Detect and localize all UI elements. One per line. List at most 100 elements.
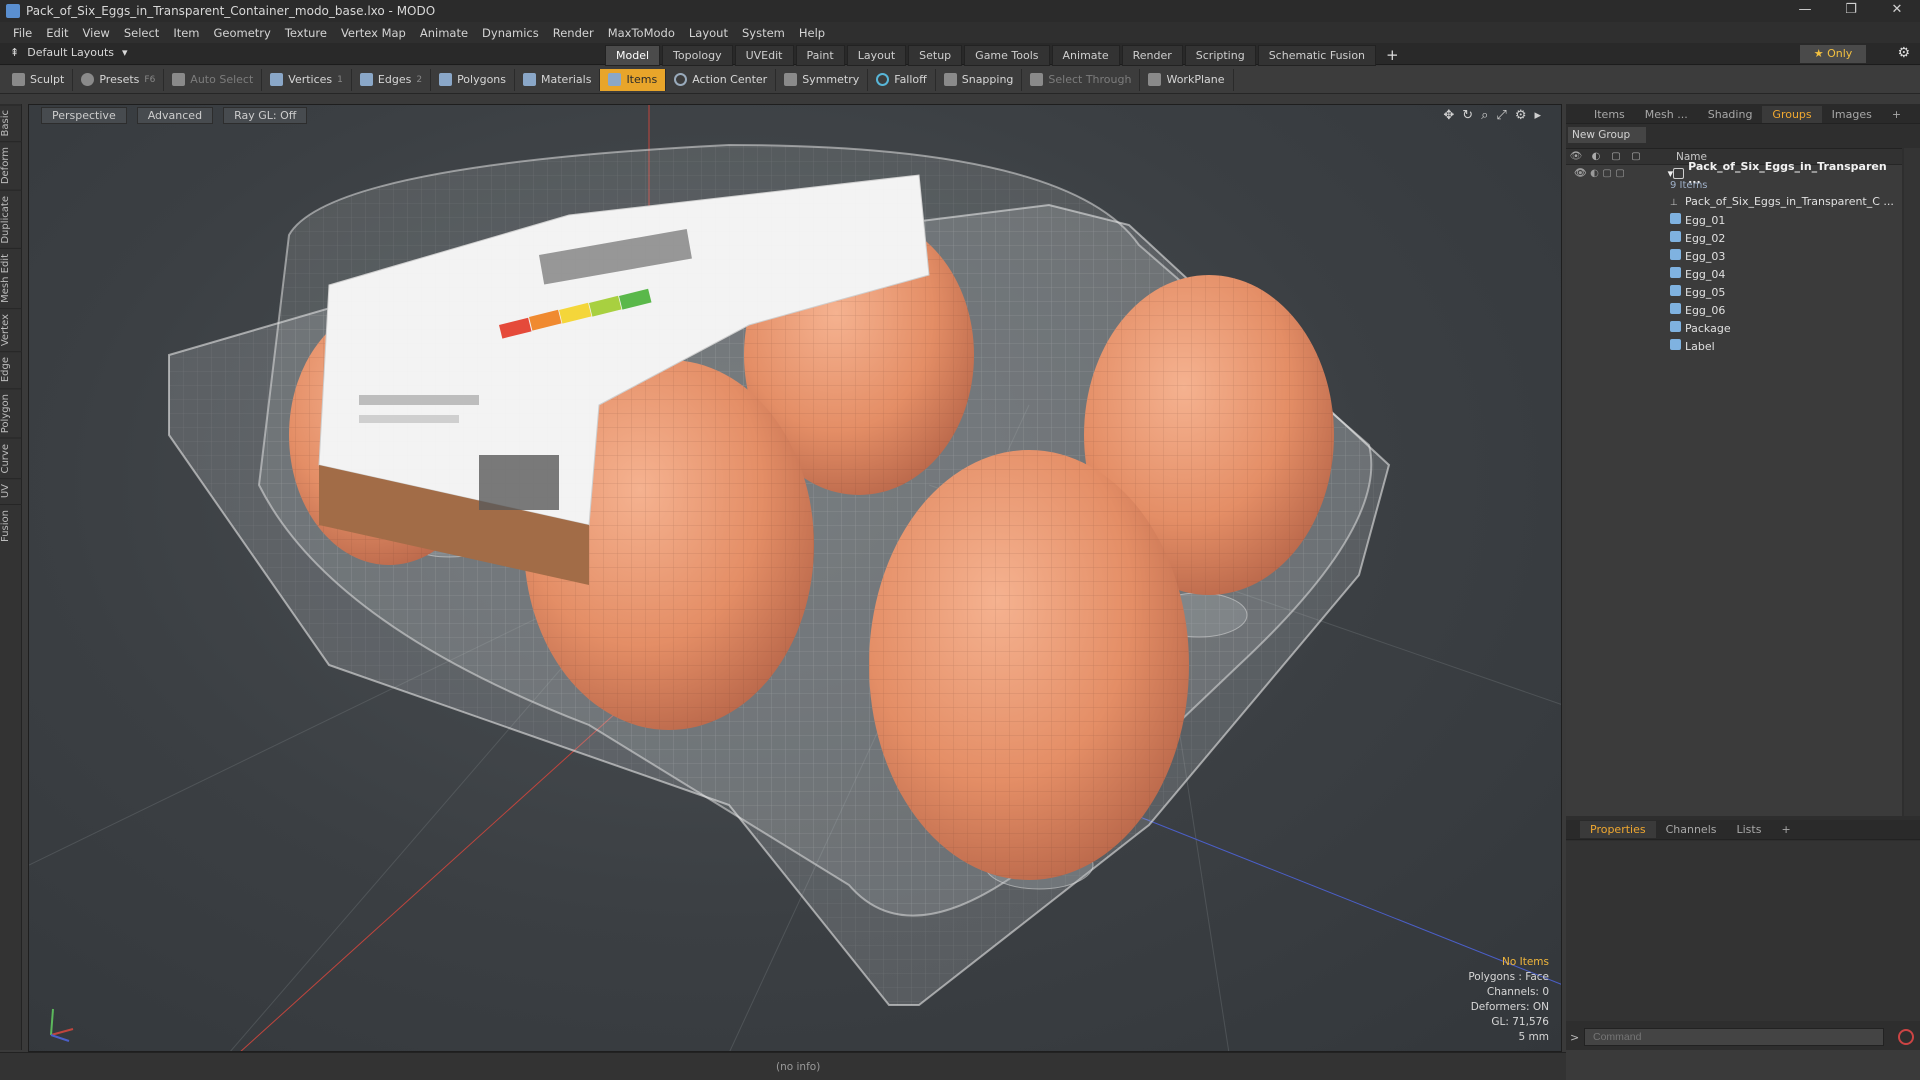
action-center-button[interactable]: Action Center [666, 68, 777, 91]
raygl-toggle[interactable]: Ray GL: Off [223, 106, 308, 124]
tab-animate[interactable]: Animate [1051, 45, 1120, 66]
sculpt-button[interactable]: Sculpt [4, 68, 74, 91]
edges-button[interactable]: Edges 2 [352, 68, 432, 91]
menu-geometry[interactable]: Geometry [207, 26, 278, 40]
render-column-icon[interactable]: ◐ [1586, 151, 1606, 162]
symmetry-button[interactable]: Symmetry [776, 68, 869, 91]
snapping-button[interactable]: Snapping [936, 68, 1023, 91]
group-toggles[interactable]: 👁 ◐ ▢ ▢ [1566, 164, 1652, 182]
menu-item[interactable]: Item [166, 26, 206, 40]
tab-groups[interactable]: Groups [1762, 106, 1822, 123]
orbit-icon[interactable]: ↻ [1462, 108, 1473, 123]
left-tab-deform[interactable]: Deform [0, 141, 22, 190]
menu-file[interactable]: File [6, 26, 39, 40]
vertices-icon [270, 73, 284, 86]
menu-texture[interactable]: Texture [278, 26, 334, 40]
perspective-dropdown[interactable]: Perspective [41, 106, 127, 124]
left-tab-duplicate[interactable]: Duplicate [0, 189, 22, 249]
default-layouts-dropdown[interactable]: ⇞ Default Layouts ▾ [10, 46, 128, 59]
add-lower-tab-icon[interactable]: + [1771, 821, 1800, 838]
menu-dynamics[interactable]: Dynamics [475, 26, 546, 40]
tab-mesh[interactable]: Mesh ... [1635, 106, 1698, 123]
3d-viewport[interactable]: Perspective Advanced Ray GL: Off ✥ ↻ ⌕ ⤢… [28, 104, 1562, 1052]
mesh-icon [1670, 285, 1681, 296]
lock-column-icon[interactable]: ▢ [1606, 151, 1626, 162]
menu-help[interactable]: Help [792, 26, 832, 40]
tab-paint[interactable]: Paint [795, 45, 845, 66]
polygons-button[interactable]: Polygons [431, 68, 516, 91]
select-column-icon[interactable]: ▢ [1626, 151, 1646, 162]
menu-layout[interactable]: Layout [682, 26, 735, 40]
tab-topology[interactable]: Topology [662, 45, 733, 66]
viewport-settings-icon[interactable]: ⚙ [1515, 108, 1527, 123]
tree-item-egg-03[interactable]: Egg_03 [1566, 247, 1902, 265]
tab-lists[interactable]: Lists [1727, 821, 1772, 838]
gear-icon[interactable]: ⚙ [1897, 45, 1910, 61]
left-tab-edge[interactable]: Edge [0, 351, 22, 388]
menu-vertex-map[interactable]: Vertex Map [334, 26, 413, 40]
left-tab-vertex[interactable]: Vertex [0, 308, 22, 352]
only-toggle[interactable]: ★ Only [1800, 45, 1866, 63]
tab-scripting[interactable]: Scripting [1184, 45, 1256, 66]
visibility-column-icon[interactable]: 👁 [1566, 151, 1586, 162]
left-tab-curve[interactable]: Curve [0, 437, 22, 479]
tab-game-tools[interactable]: Game Tools [964, 45, 1050, 66]
left-tab-mesh-edit[interactable]: Mesh Edit [0, 248, 22, 309]
tab-schematic-fusion[interactable]: Schematic Fusion [1257, 45, 1377, 66]
tab-uvedit[interactable]: UVEdit [734, 45, 794, 66]
tab-channels[interactable]: Channels [1656, 821, 1727, 838]
tab-layout[interactable]: Layout [846, 45, 907, 66]
left-tab-uv[interactable]: UV [0, 478, 22, 504]
minimize-button[interactable]: — [1782, 0, 1828, 22]
maximize-icon[interactable]: ⤢ [1496, 108, 1506, 123]
left-tab-polygon[interactable]: Polygon [0, 387, 22, 438]
group-row[interactable]: 👁 ◐ ▢ ▢ ▾ Pack_of_Six_Eggs_in_Transparen… [1566, 160, 1902, 186]
menu-view[interactable]: View [76, 26, 117, 40]
viewport-menu-icon[interactable]: ▸ [1534, 108, 1541, 123]
tree-item-egg-02[interactable]: Egg_02 [1566, 229, 1902, 247]
tree-item-locator[interactable]: ⊥ Pack_of_Six_Eggs_in_Transparent_C ... [1566, 193, 1902, 211]
menu-render[interactable]: Render [546, 26, 601, 40]
menu-edit[interactable]: Edit [39, 26, 75, 40]
expand-arrow-icon[interactable]: ▾ [1652, 167, 1674, 180]
tab-setup[interactable]: Setup [908, 45, 963, 66]
tab-render[interactable]: Render [1121, 45, 1183, 66]
falloff-button[interactable]: Falloff [868, 68, 936, 91]
tree-item-egg-05[interactable]: Egg_05 [1566, 283, 1902, 301]
window-controls: — ❐ ✕ [1782, 0, 1920, 22]
vertices-button[interactable]: Vertices 1 [262, 68, 352, 91]
menu-select[interactable]: Select [117, 26, 166, 40]
new-group-button[interactable]: New Group [1568, 127, 1646, 143]
materials-button[interactable]: Materials [515, 68, 601, 91]
tree-item-egg-01[interactable]: Egg_01 [1566, 211, 1902, 229]
add-layout-icon[interactable]: + [1378, 45, 1407, 66]
restore-button[interactable]: ❐ [1828, 0, 1874, 22]
tree-item-egg-06[interactable]: Egg_06 [1566, 301, 1902, 319]
command-history-icon[interactable] [1898, 1029, 1914, 1045]
left-tab-basic[interactable]: Basic [0, 104, 22, 142]
tab-items[interactable]: Items [1584, 106, 1635, 123]
auto-select-button[interactable]: Auto Select [164, 68, 263, 91]
left-tab-fusion[interactable]: Fusion [0, 503, 22, 547]
menu-system[interactable]: System [735, 26, 792, 40]
tree-scrollbar[interactable] [1904, 148, 1920, 816]
items-button[interactable]: Items [600, 68, 667, 91]
tab-images[interactable]: Images [1822, 106, 1882, 123]
presets-button[interactable]: Presets F6 [73, 68, 165, 91]
zoom-icon[interactable]: ⌕ [1481, 108, 1488, 123]
select-through-button[interactable]: Select Through [1022, 68, 1141, 91]
tab-properties[interactable]: Properties [1580, 821, 1656, 838]
menu-animate[interactable]: Animate [413, 26, 475, 40]
tab-model[interactable]: Model [605, 45, 661, 66]
tree-item-package[interactable]: Package [1566, 319, 1902, 337]
command-input[interactable] [1584, 1028, 1884, 1046]
tree-item-egg-04[interactable]: Egg_04 [1566, 265, 1902, 283]
menu-maxtomodo[interactable]: MaxToModo [601, 26, 682, 40]
tab-shading[interactable]: Shading [1698, 106, 1763, 123]
tree-item-label[interactable]: Label [1566, 337, 1902, 355]
add-tab-icon[interactable]: + [1882, 106, 1911, 123]
close-button[interactable]: ✕ [1874, 0, 1920, 22]
pan-icon[interactable]: ✥ [1443, 108, 1454, 123]
workplane-button[interactable]: WorkPlane [1140, 68, 1234, 91]
shading-dropdown[interactable]: Advanced [136, 106, 214, 124]
